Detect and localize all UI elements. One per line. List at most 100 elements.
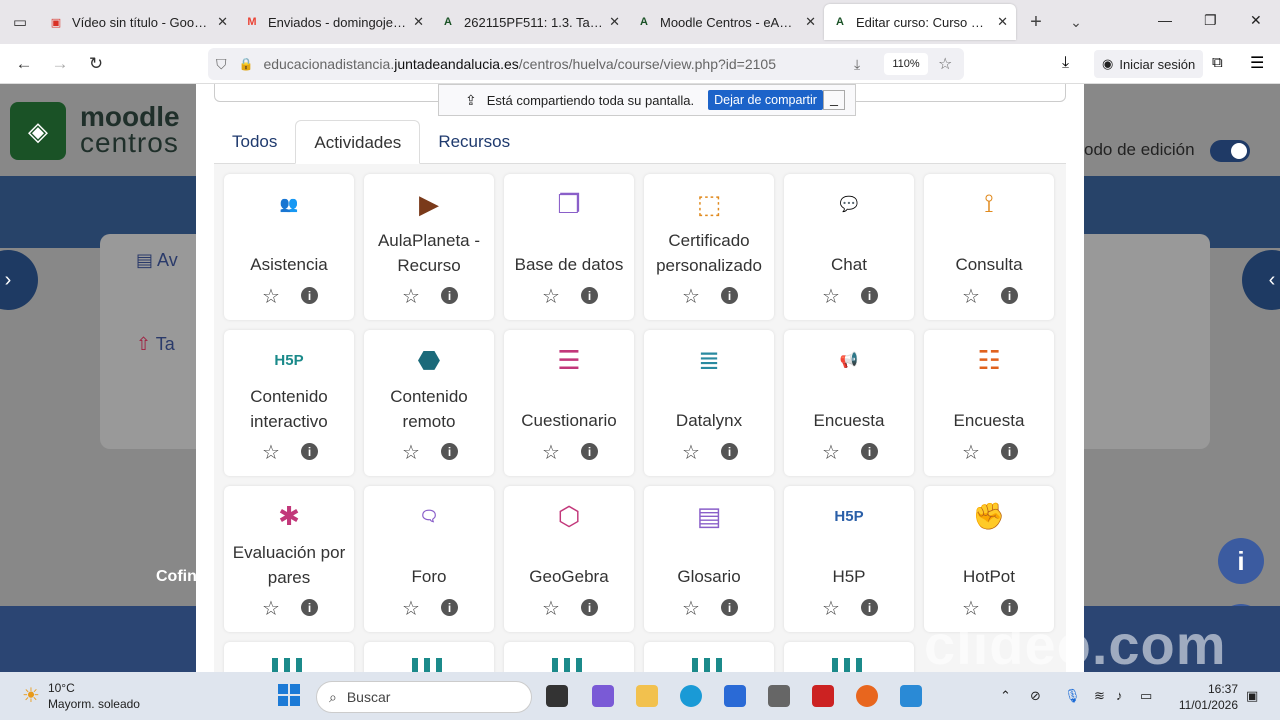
file-explorer-icon[interactable]	[636, 685, 658, 707]
star-icon[interactable]: ☆	[540, 596, 562, 621]
info-icon[interactable]: i	[861, 443, 878, 460]
info-icon[interactable]: i	[301, 287, 318, 304]
star-icon[interactable]: ☆	[400, 440, 422, 465]
activity-card[interactable]: ✱ Evaluación por pares ☆ i	[224, 486, 354, 632]
star-icon[interactable]: ☆	[540, 284, 562, 309]
star-icon[interactable]: ☆	[260, 284, 282, 309]
info-icon[interactable]: i	[301, 443, 318, 460]
activity-card[interactable]: 🗨 Foro ☆ i	[364, 486, 494, 632]
downloads-icon[interactable]: ⤓	[1062, 54, 1069, 72]
close-tab-icon[interactable]: ✕	[413, 14, 424, 30]
info-icon[interactable]: i	[441, 443, 458, 460]
activity-card[interactable]: H5P H5P ☆ i	[784, 486, 914, 632]
info-icon[interactable]: i	[581, 287, 598, 304]
browser-tab[interactable]: ▣ Vídeo sin título - Google Vids ✕	[40, 4, 236, 40]
right-drawer-toggle[interactable]: ‹	[1242, 250, 1280, 310]
tab-recursos[interactable]: Recursos	[420, 120, 528, 163]
info-fab[interactable]: i	[1218, 538, 1264, 584]
taskbar-search[interactable]: ⌕ Buscar	[316, 681, 532, 713]
activity-card-partial[interactable]	[364, 642, 494, 672]
edge-icon[interactable]	[680, 685, 702, 707]
tab-actividades[interactable]: Actividades	[295, 120, 421, 164]
activity-card-partial[interactable]	[504, 642, 634, 672]
left-drawer-toggle[interactable]: ›	[0, 250, 38, 310]
activity-card[interactable]: 💬 Chat ☆ i	[784, 174, 914, 320]
reload-icon[interactable]: ↻	[78, 54, 114, 74]
info-icon[interactable]: i	[581, 443, 598, 460]
info-icon[interactable]: i	[581, 599, 598, 616]
extensions-icon[interactable]: ⧉	[1212, 54, 1223, 71]
menu-icon[interactable]: ☰	[1250, 53, 1264, 73]
star-icon[interactable]: ☆	[260, 596, 282, 621]
activity-card[interactable]: ⬡ GeoGebra ☆ i	[504, 486, 634, 632]
tray-chevron-icon[interactable]: ⌃	[1000, 688, 1011, 704]
star-icon[interactable]: ☆	[680, 596, 702, 621]
activity-card[interactable]: ☰ Cuestionario ☆ i	[504, 330, 634, 476]
photos-icon[interactable]	[900, 685, 922, 707]
tab-todos[interactable]: Todos	[214, 120, 295, 163]
minimize-icon[interactable]: —	[1158, 12, 1172, 28]
star-icon[interactable]: ☆	[680, 284, 702, 309]
info-icon[interactable]: i	[441, 599, 458, 616]
new-tab-icon[interactable]: +	[1016, 11, 1056, 34]
browser-tab[interactable]: A Moodle Centros - eAprendizaje ✕	[628, 4, 824, 40]
star-icon[interactable]: ☆	[960, 440, 982, 465]
battery-icon[interactable]: ▭	[1140, 688, 1152, 704]
star-icon[interactable]: ☆	[960, 284, 982, 309]
recorder-icon[interactable]	[812, 685, 834, 707]
info-icon[interactable]: i	[301, 599, 318, 616]
close-tab-icon[interactable]: ✕	[997, 14, 1008, 30]
activity-card[interactable]: ⬚ Certificado personalizado ☆ i	[644, 174, 774, 320]
star-icon[interactable]: ☆	[400, 596, 422, 621]
firefox-icon[interactable]	[856, 685, 878, 707]
m365-icon[interactable]	[592, 685, 614, 707]
wifi-icon[interactable]: ≋	[1094, 688, 1105, 704]
forward-icon[interactable]: →	[42, 54, 78, 74]
info-icon[interactable]: i	[721, 443, 738, 460]
network-app-icon[interactable]	[768, 685, 790, 707]
activity-card[interactable]: 👥 Asistencia ☆ i	[224, 174, 354, 320]
activity-card-partial[interactable]	[644, 642, 774, 672]
chevron-down-icon[interactable]: ⌄	[1056, 14, 1096, 31]
activity-card[interactable]: 📢 Encuesta ☆ i	[784, 330, 914, 476]
activity-card[interactable]: H5P Contenido interactivo ☆ i	[224, 330, 354, 476]
notifications-icon[interactable]: ▣	[1246, 688, 1258, 704]
activity-card[interactable]: ≣ Datalynx ☆ i	[644, 330, 774, 476]
star-icon[interactable]: ☆	[820, 440, 842, 465]
close-tab-icon[interactable]: ✕	[217, 14, 228, 30]
browser-tab[interactable]: A Editar curso: Curso de Domingo ✕	[824, 4, 1016, 40]
signin-button[interactable]: ◉ Iniciar sesión	[1094, 50, 1204, 78]
activity-card-partial[interactable]	[784, 642, 914, 672]
activity-card[interactable]: ⬣ Contenido remoto ☆ i	[364, 330, 494, 476]
zoom-level[interactable]: 110%	[884, 53, 928, 75]
store-icon[interactable]	[724, 685, 746, 707]
page-action-icon[interactable]: ⤓	[854, 56, 860, 73]
close-tab-icon[interactable]: ✕	[609, 14, 620, 30]
tray-mute-icon[interactable]: ⊘	[1030, 688, 1041, 704]
browser-tab[interactable]: M Enviados - domingojesusc@gmail.com ✕	[236, 4, 432, 40]
info-icon[interactable]: i	[861, 287, 878, 304]
star-icon[interactable]: ☆	[260, 440, 282, 465]
close-tab-icon[interactable]: ✕	[805, 14, 816, 30]
star-icon[interactable]: ☆	[820, 596, 842, 621]
star-icon[interactable]: ☆	[680, 440, 702, 465]
microphone-icon[interactable]: 🎙	[1064, 688, 1081, 704]
info-icon[interactable]: i	[861, 599, 878, 616]
windows-start-icon[interactable]	[278, 684, 300, 706]
activity-card[interactable]: ☷ Encuesta ☆ i	[924, 330, 1054, 476]
activity-card[interactable]: ✊ HotPot ☆ i	[924, 486, 1054, 632]
activity-card[interactable]: ❐ Base de datos ☆ i	[504, 174, 634, 320]
info-icon[interactable]: i	[441, 287, 458, 304]
star-icon[interactable]: ☆	[540, 440, 562, 465]
minimize-share-button[interactable]: _	[823, 90, 845, 110]
close-window-icon[interactable]: ✕	[1250, 12, 1262, 29]
weather-widget[interactable]: ☀ 10°C Mayorm. soleado	[22, 680, 140, 712]
edit-mode-toggle[interactable]	[1210, 140, 1250, 162]
back-icon[interactable]: ←	[6, 54, 42, 74]
star-icon[interactable]: ☆	[400, 284, 422, 309]
tab-list-icon[interactable]: ▭	[0, 0, 40, 44]
info-icon[interactable]: i	[721, 287, 738, 304]
activity-card-partial[interactable]	[224, 642, 354, 672]
bookmark-star-icon[interactable]: ☆	[938, 54, 952, 74]
activity-card[interactable]: ⟟ Consulta ☆ i	[924, 174, 1054, 320]
